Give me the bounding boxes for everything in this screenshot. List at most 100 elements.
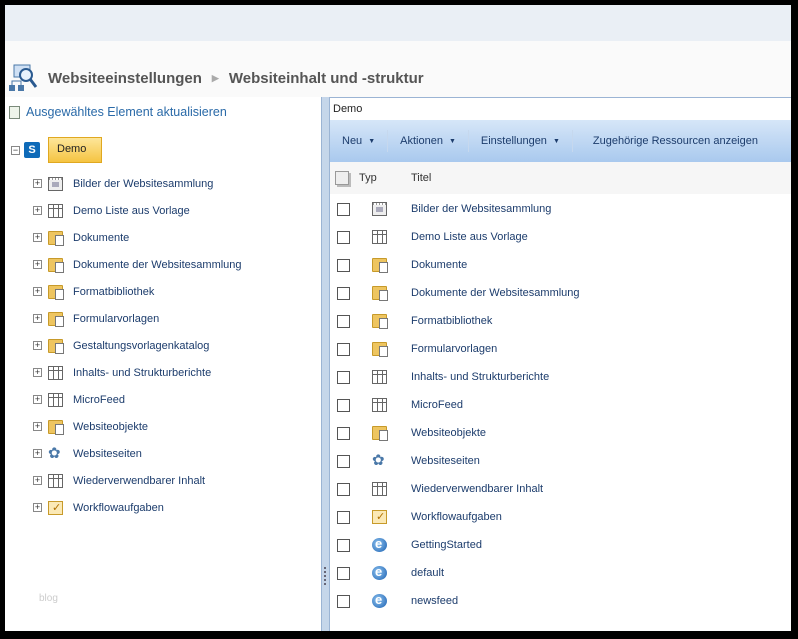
row-checkbox[interactable] [337, 426, 350, 440]
tree-item[interactable]: + Formatbibliothek [33, 278, 242, 305]
tree-item[interactable]: + Inhalts- und Strukturberichte [33, 359, 242, 386]
list-row[interactable]: Inhalts- und Strukturberichte [330, 363, 791, 391]
tree-item[interactable]: + Dokumente der Websitesammlung [33, 251, 242, 278]
row-checkbox[interactable] [337, 370, 350, 384]
row-checkbox[interactable] [337, 258, 350, 272]
breadcrumb-settings[interactable]: Websiteeinstellungen [48, 70, 202, 87]
row-title-link[interactable]: Demo Liste aus Vorlage [411, 231, 528, 243]
tree-item-label[interactable]: Websiteobjekte [73, 421, 148, 433]
list-row[interactable]: MicroFeed [330, 391, 791, 419]
row-title-link[interactable]: Bilder der Websitesammlung [411, 203, 551, 215]
tree-item[interactable]: + MicroFeed [33, 386, 242, 413]
tree-item[interactable]: + Bilder der Websitesammlung [33, 170, 242, 197]
row-title-link[interactable]: Websiteseiten [411, 455, 480, 467]
row-checkbox[interactable] [337, 454, 350, 468]
refresh-selected-link[interactable]: Ausgewähltes Element aktualisieren [9, 105, 227, 119]
list-row[interactable]: GettingStarted [330, 531, 791, 559]
row-checkbox[interactable] [337, 538, 350, 552]
tree-item[interactable]: + Formularvorlagen [33, 305, 242, 332]
row-title-link[interactable]: Websiteobjekte [411, 427, 486, 439]
row-checkbox[interactable] [337, 482, 350, 496]
row-title-link[interactable]: Inhalts- und Strukturberichte [411, 371, 549, 383]
tree-item[interactable]: + Workflowaufgaben [33, 494, 242, 521]
expand-icon[interactable]: + [33, 395, 42, 404]
expand-icon[interactable]: + [33, 368, 42, 377]
select-all-checkbox[interactable] [335, 171, 349, 185]
tree-item[interactable]: + Websiteseiten [33, 440, 242, 467]
new-menu-button[interactable]: Neu ▼ [330, 130, 389, 152]
breadcrumb-separator-icon: ▶ [211, 72, 219, 83]
column-type[interactable]: Typ [359, 172, 411, 184]
row-checkbox[interactable] [337, 342, 350, 356]
column-title[interactable]: Titel [411, 172, 431, 184]
row-checkbox[interactable] [337, 398, 350, 412]
actions-menu-button[interactable]: Aktionen ▼ [388, 130, 469, 152]
expand-icon[interactable]: + [33, 503, 42, 512]
tree-item[interactable]: + Wiederverwendbarer Inhalt [33, 467, 242, 494]
list-row[interactable]: Demo Liste aus Vorlage [330, 223, 791, 251]
row-title-link[interactable]: Dokumente [411, 259, 467, 271]
tree-root-label[interactable]: Demo [48, 137, 102, 163]
list-row[interactable]: Dokumente [330, 251, 791, 279]
list-row[interactable]: newsfeed [330, 587, 791, 615]
expand-icon[interactable]: + [33, 260, 42, 269]
expand-icon[interactable]: + [33, 449, 42, 458]
tree-item-label[interactable]: Websiteseiten [73, 448, 142, 460]
tree-item-label[interactable]: Gestaltungsvorlagenkatalog [73, 340, 209, 352]
expand-icon[interactable]: + [33, 476, 42, 485]
settings-menu-button[interactable]: Einstellungen ▼ [469, 130, 573, 152]
list-row[interactable]: Websiteseiten [330, 447, 791, 475]
expand-icon[interactable]: + [33, 287, 42, 296]
tree-item[interactable]: + Websiteobjekte [33, 413, 242, 440]
tree-pane: Ausgewähltes Element aktualisieren − S D… [5, 97, 321, 631]
row-checkbox[interactable] [337, 202, 350, 216]
tree-item-label[interactable]: MicroFeed [73, 394, 125, 406]
list-row[interactable]: Formatbibliothek [330, 307, 791, 335]
row-checkbox[interactable] [337, 510, 350, 524]
tree-item[interactable]: + Gestaltungsvorlagenkatalog [33, 332, 242, 359]
row-checkbox[interactable] [337, 286, 350, 300]
tree-item-label[interactable]: Formularvorlagen [73, 313, 159, 325]
tree-item-label[interactable]: Bilder der Websitesammlung [73, 178, 213, 190]
related-resources-button[interactable]: Zugehörige Ressourcen anzeigen [573, 130, 770, 152]
expand-icon[interactable]: + [33, 314, 42, 323]
expand-icon[interactable]: + [33, 206, 42, 215]
row-title-link[interactable]: Formatbibliothek [411, 315, 492, 327]
expand-icon[interactable]: + [33, 179, 42, 188]
row-title-link[interactable]: Workflowaufgaben [411, 511, 502, 523]
tree-item[interactable]: + Demo Liste aus Vorlage [33, 197, 242, 224]
expand-icon[interactable]: + [33, 422, 42, 431]
tree-item-label[interactable]: Formatbibliothek [73, 286, 154, 298]
row-checkbox[interactable] [337, 594, 350, 608]
tree-item-label[interactable]: Demo Liste aus Vorlage [73, 205, 190, 217]
tree-item-label[interactable]: Wiederverwendbarer Inhalt [73, 475, 205, 487]
collapse-icon[interactable]: − [11, 145, 20, 155]
list-row[interactable]: Bilder der Websitesammlung [330, 195, 791, 223]
row-checkbox[interactable] [337, 566, 350, 580]
row-title-link[interactable]: MicroFeed [411, 399, 463, 411]
list-row[interactable]: Wiederverwendbarer Inhalt [330, 475, 791, 503]
list-row[interactable]: Workflowaufgaben [330, 503, 791, 531]
expand-icon[interactable]: + [33, 341, 42, 350]
splitter-grip[interactable] [324, 567, 327, 585]
row-title-link[interactable]: default [411, 567, 444, 579]
row-title-link[interactable]: newsfeed [411, 595, 458, 607]
list-row[interactable]: Websiteobjekte [330, 419, 791, 447]
list-row[interactable]: default [330, 559, 791, 587]
list-row[interactable]: Formularvorlagen [330, 335, 791, 363]
list-row[interactable]: Dokumente der Websitesammlung [330, 279, 791, 307]
row-checkbox[interactable] [337, 314, 350, 328]
tree-item-label[interactable]: Dokumente der Websitesammlung [73, 259, 242, 271]
pane-splitter[interactable] [321, 97, 330, 631]
tree-root[interactable]: − S Demo [11, 137, 102, 163]
tree-item-label[interactable]: Dokumente [73, 232, 129, 244]
row-title-link[interactable]: Dokumente der Websitesammlung [411, 287, 580, 299]
expand-icon[interactable]: + [33, 233, 42, 242]
row-checkbox[interactable] [337, 230, 350, 244]
tree-item-label[interactable]: Inhalts- und Strukturberichte [73, 367, 211, 379]
row-title-link[interactable]: Wiederverwendbarer Inhalt [411, 483, 543, 495]
row-title-link[interactable]: GettingStarted [411, 539, 482, 551]
row-title-link[interactable]: Formularvorlagen [411, 343, 497, 355]
tree-item[interactable]: + Dokumente [33, 224, 242, 251]
tree-item-label[interactable]: Workflowaufgaben [73, 502, 164, 514]
